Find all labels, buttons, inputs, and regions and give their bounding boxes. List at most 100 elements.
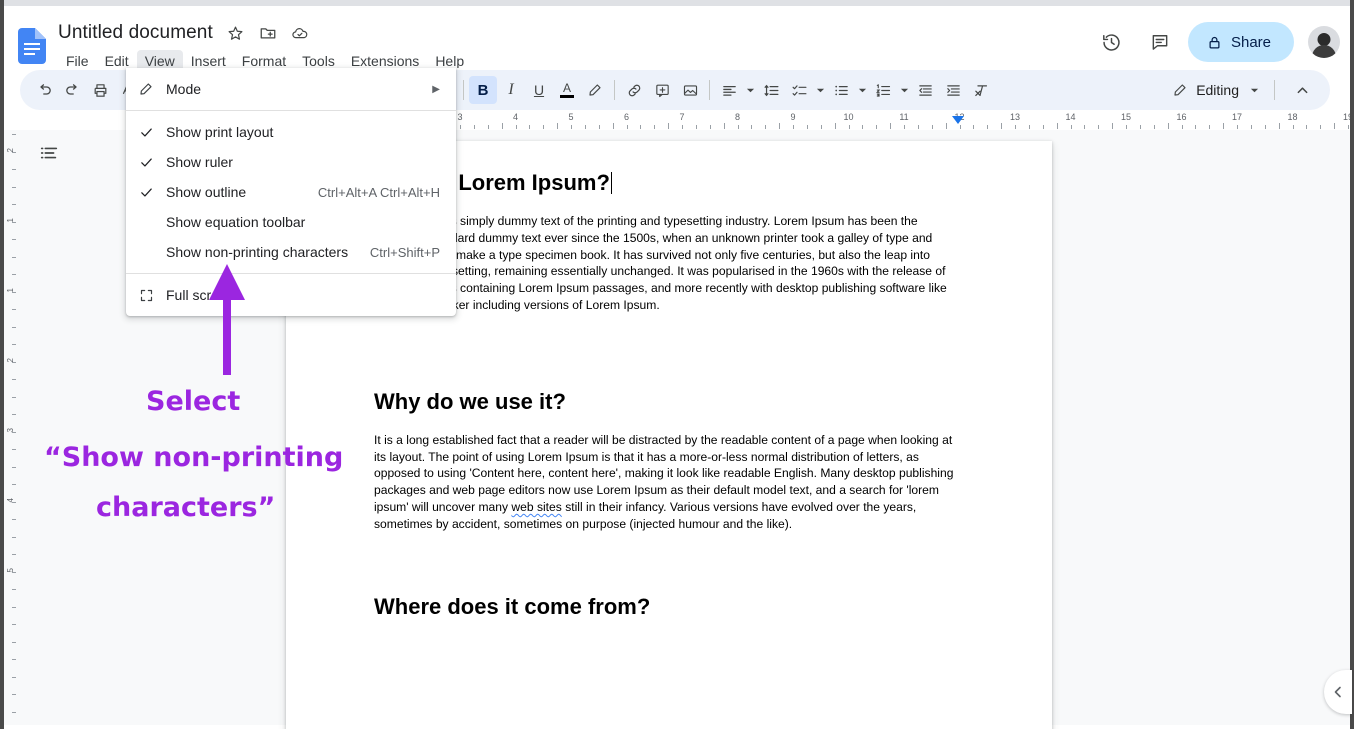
move-to-folder-icon[interactable]	[259, 24, 277, 42]
link-icon[interactable]	[620, 76, 648, 104]
paragraph-2[interactable]: It is a long established fact that a rea…	[374, 432, 964, 533]
ruler-tick	[515, 125, 517, 129]
add-comment-icon[interactable]	[648, 76, 676, 104]
menu-item-show-outline[interactable]: Show outline Ctrl+Alt+A Ctrl+Alt+H	[126, 177, 456, 207]
vruler-tick	[12, 676, 16, 678]
ruler-tick	[987, 125, 989, 129]
share-button[interactable]: Share	[1187, 22, 1294, 62]
ruler-tick	[904, 125, 905, 129]
menu-item-mode-label: Mode	[166, 81, 202, 97]
paragraph-1-body: is simply dummy text of the printing and…	[374, 214, 947, 312]
clear-formatting-icon[interactable]	[967, 76, 995, 104]
ruler-tick	[612, 123, 614, 129]
align-dropdown-caret[interactable]	[743, 76, 757, 104]
right-indent-marker[interactable]	[952, 116, 964, 124]
ruler-tick	[598, 125, 600, 129]
ruler-tick	[1320, 125, 1322, 129]
vruler-tick	[12, 204, 16, 205]
ruler-tick	[945, 123, 947, 129]
ruler-number: 4	[512, 112, 519, 122]
line-spacing-icon[interactable]	[757, 76, 785, 104]
align-left-icon[interactable]	[715, 76, 743, 104]
heading-where-does-it-come-from[interactable]: Where does it come from?	[374, 593, 964, 621]
ruler-tick	[1098, 125, 1100, 129]
ruler-number: 8	[734, 112, 741, 122]
ruler-tick	[1181, 125, 1183, 129]
text-color-button[interactable]: A	[553, 76, 581, 104]
vruler-tick	[12, 274, 16, 275]
ruler-tick	[959, 125, 961, 129]
avatar[interactable]	[1308, 26, 1340, 58]
increase-indent-icon[interactable]	[939, 76, 967, 104]
misspelled-phrase[interactable]: web sites	[511, 500, 561, 514]
document-title[interactable]: Untitled document	[58, 22, 213, 44]
undo-icon[interactable]	[30, 76, 58, 104]
heading-why-do-we-use-it[interactable]: Why do we use it?	[374, 388, 964, 416]
menu-item-full-screen[interactable]: Full screen	[126, 280, 456, 310]
ruler-tick	[1223, 123, 1225, 129]
star-icon[interactable]	[227, 24, 245, 42]
chevron-up-icon[interactable]	[1288, 76, 1316, 104]
editing-mode-button[interactable]: Editing	[1162, 75, 1320, 105]
vruler-tick	[12, 536, 16, 538]
ruler-tick	[1167, 123, 1169, 129]
ruler-tick	[834, 123, 836, 129]
text-cursor	[610, 172, 613, 194]
comment-icon[interactable]	[1140, 22, 1180, 62]
vruler-tick	[12, 186, 16, 188]
docs-header: Untitled document File Edit View Insert …	[4, 6, 1350, 72]
editing-mode-caret[interactable]	[1247, 76, 1261, 104]
ruler-number: 5	[568, 112, 574, 122]
ruler-tick	[1084, 125, 1086, 129]
ruler-tick	[1042, 125, 1044, 129]
underline-button[interactable]: U	[525, 76, 553, 104]
vertical-ruler[interactable]: 2112345	[4, 130, 18, 725]
editing-mode-label: Editing	[1196, 82, 1239, 98]
italic-button[interactable]: I	[497, 76, 525, 104]
numbered-list-dropdown-caret[interactable]	[897, 76, 911, 104]
ruler-tick	[557, 123, 559, 129]
document-outline-icon[interactable]	[38, 142, 62, 166]
submenu-arrow-icon: ▶	[432, 83, 440, 95]
decrease-indent-icon[interactable]	[911, 76, 939, 104]
docs-logo-icon[interactable]	[18, 28, 46, 64]
history-clock-icon[interactable]	[1092, 22, 1132, 62]
vruler-tick	[12, 169, 16, 170]
bold-button[interactable]: B	[469, 76, 497, 104]
checklist-dropdown-caret[interactable]	[813, 76, 827, 104]
print-icon[interactable]	[86, 76, 114, 104]
bulleted-list-icon[interactable]	[827, 76, 855, 104]
ruler-tick	[529, 125, 531, 129]
text-color-label: A	[562, 81, 571, 95]
menu-item-show-print-layout-label: Show print layout	[166, 124, 274, 140]
checklist-icon[interactable]	[785, 76, 813, 104]
ruler-tick	[1126, 125, 1127, 129]
vruler-tick	[12, 291, 16, 293]
menu-item-show-outline-label: Show outline	[166, 184, 247, 200]
insert-image-icon[interactable]	[676, 76, 704, 104]
ruler-number: 10	[843, 112, 854, 122]
google-docs-window: Untitled document File Edit View Insert …	[0, 0, 1354, 729]
redo-icon[interactable]	[58, 76, 86, 104]
numbered-list-icon[interactable]	[869, 76, 897, 104]
vruler-tick	[12, 624, 16, 625]
ruler-tick	[487, 125, 489, 129]
menu-item-show-print-layout[interactable]: Show print layout	[126, 117, 456, 147]
bold-label: B	[477, 81, 489, 99]
menu-item-show-ruler[interactable]: Show ruler	[126, 147, 456, 177]
ruler-tick	[571, 125, 572, 129]
menu-item-mode[interactable]: Mode ▶	[126, 74, 456, 104]
check-icon	[126, 155, 166, 170]
highlighter-icon[interactable]	[581, 76, 609, 104]
ruler-tick	[460, 125, 461, 129]
bulleted-list-dropdown-caret[interactable]	[855, 76, 869, 104]
chevron-left-icon[interactable]	[1324, 670, 1352, 714]
cloud-saved-icon[interactable]	[291, 24, 309, 42]
vruler-tick	[12, 641, 16, 643]
menu-item-show-non-printing-characters[interactable]: Show non-printing characters Ctrl+Shift+…	[126, 237, 456, 267]
paragraph-1[interactable]: Lorem Ipsum is simply dummy text of the …	[374, 213, 964, 314]
menu-separator-1	[126, 110, 456, 111]
menu-item-show-equation-toolbar[interactable]: Show equation toolbar	[126, 207, 456, 237]
ruler-tick	[1153, 125, 1155, 129]
heading-what-is-lorem-ipsum[interactable]: What is Lorem Ipsum?	[374, 169, 964, 197]
